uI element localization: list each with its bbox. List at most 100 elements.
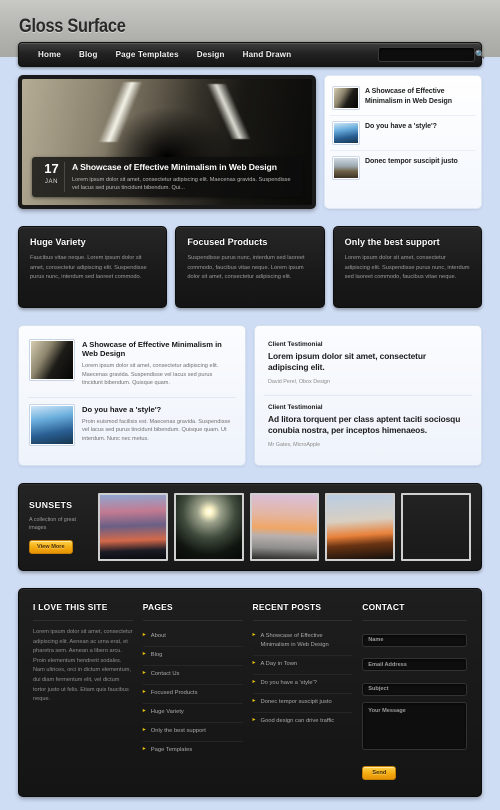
contact-message-field[interactable] [362, 701, 467, 750]
gallery-thumbnails [98, 493, 471, 561]
nav-item-design[interactable]: Design [188, 46, 234, 63]
feature-box-title: Only the best support [344, 237, 440, 247]
footer-link-page-templates[interactable]: Page Templates [143, 742, 243, 760]
footer-column-pages: PAGES About Blog Contact Us Focused Prod… [142, 602, 243, 780]
featured-post-list: A Showcase of Effective Minimalism in We… [324, 75, 482, 209]
slider-title[interactable]: A Showcase of Effective Minimalism in We… [72, 162, 295, 173]
search-box: 🔍 [378, 47, 485, 62]
slider-date-month: JAN [44, 179, 59, 185]
gallery-title: SUNSETS [29, 500, 73, 510]
footer-link-contact-us[interactable]: Contact Us [142, 666, 243, 685]
footer-link-about[interactable]: About [142, 628, 243, 647]
testimonial-label: Client Testimonial [268, 341, 323, 348]
list-item[interactable]: Do you have a 'style'? [330, 116, 476, 151]
feature-box-focused-products[interactable]: Focused Products Suspendisse purus nunc,… [175, 226, 325, 308]
nav-item-page-templates[interactable]: Page Templates [107, 46, 188, 63]
list-item: Client Testimonial Lorem ipsum dolor sit… [264, 333, 472, 396]
footer-column-recent-posts: RECENT POSTS A Showcase of Effective Min… [252, 602, 353, 780]
contact-email-field[interactable] [362, 658, 467, 671]
testimonial-author: David Perel, Obox Design [268, 379, 331, 385]
testimonial-author: Mr Gates, MicroApple [268, 442, 321, 448]
post-thumbnail-icon [332, 121, 360, 145]
footer-link-huge-variety[interactable]: Huge Variety [142, 704, 243, 723]
gallery-section: SUNSETS A collection of great images Vie… [18, 483, 482, 571]
slider-date-badge: 17 JAN [39, 162, 65, 192]
post-excerpt: Lorem ipsum dolor sit amet, consectetur … [82, 363, 219, 387]
post-title[interactable]: Do you have a 'style'? [82, 405, 234, 414]
testimonial-label: Client Testimonial [268, 404, 323, 411]
contact-name-field[interactable] [362, 633, 467, 647]
slider-caption: 17 JAN A Showcase of Effective Minimalis… [32, 157, 302, 197]
site-title: Gloss Surface [19, 16, 126, 37]
contact-subject-field[interactable] [362, 682, 467, 696]
main-navigation: Home Blog Page Templates Design Hand Dra… [18, 42, 485, 67]
footer-link-focused-products[interactable]: Focused Products [142, 685, 243, 704]
list-item[interactable]: Donec tempor suscipit justo [330, 151, 476, 185]
footer-title-contact: CONTACT [362, 602, 467, 621]
testimonials-panel: Client Testimonial Lorem ipsum dolor sit… [254, 325, 482, 466]
feature-box-title: Focused Products [187, 237, 268, 247]
featured-item-title[interactable]: A Showcase of Effective Minimalism in We… [365, 87, 473, 106]
footer-title-recent: RECENT POSTS [252, 602, 353, 621]
footer-column-contact: CONTACT Send [362, 602, 467, 780]
feature-box-text: Lorem ipsum dolor sit amet, consectetur … [344, 255, 470, 280]
featured-item-title[interactable]: Do you have a 'style'? [365, 122, 437, 132]
post-body: Do you have a 'style'? Proin euismod fac… [82, 405, 234, 445]
list-item[interactable]: A Showcase of Effective Minimalism in We… [28, 333, 236, 398]
footer-recent-post[interactable]: A Showcase of Effective Minimalism in We… [252, 628, 353, 656]
content-row: A Showcase of Effective Minimalism in We… [18, 325, 482, 466]
slider-excerpt: Lorem ipsum dolor sit amet, consectetur … [72, 177, 291, 191]
search-input[interactable] [379, 51, 475, 58]
list-item: Client Testimonial Ad litora torquent pe… [264, 396, 472, 458]
slider-caption-body: A Showcase of Effective Minimalism in We… [72, 162, 295, 192]
footer-link-best-support[interactable]: Only the best support [142, 723, 243, 742]
gallery-image[interactable] [98, 493, 168, 561]
footer-link-blog[interactable]: Blog [142, 647, 243, 666]
nav-item-home[interactable]: Home [29, 46, 70, 63]
footer-recent-post[interactable]: Good design can drive traffic [253, 713, 353, 731]
site-header: Gloss Surface Home Blog Page Templates D… [0, 0, 500, 67]
site-footer: I LOVE THIS SITE Lorem ipsum dolor sit a… [18, 588, 482, 797]
feature-box-huge-variety[interactable]: Huge Variety Faucibus vitae neque. Lorem… [18, 226, 168, 308]
nav-item-blog[interactable]: Blog [70, 46, 107, 63]
recent-posts-panel: A Showcase of Effective Minimalism in We… [18, 325, 246, 466]
featured-item-title[interactable]: Donec tempor suscipit justo [365, 157, 458, 167]
search-icon[interactable]: 🔍 [475, 50, 485, 59]
list-item[interactable]: Do you have a 'style'? Proin euismod fac… [28, 398, 236, 454]
footer-column-about: I LOVE THIS SITE Lorem ipsum dolor sit a… [33, 602, 133, 780]
gallery-image[interactable] [249, 493, 320, 561]
post-title[interactable]: A Showcase of Effective Minimalism in We… [82, 340, 234, 358]
footer-recent-post[interactable]: A Day in Town [252, 656, 353, 675]
feature-box-text: Suspendisse purus nunc, interdum sed lao… [187, 255, 305, 280]
footer-recent-post[interactable]: Donec tempor suscipit justo [252, 694, 353, 713]
featured-slider[interactable]: 17 JAN A Showcase of Effective Minimalis… [18, 75, 316, 209]
gallery-image[interactable] [401, 493, 471, 561]
testimonial-quote: Ad litora torquent per class aptent taci… [268, 414, 461, 435]
list-item[interactable]: A Showcase of Effective Minimalism in We… [330, 81, 476, 116]
gallery-subtitle: A collection of great images [29, 517, 77, 531]
post-thumbnail-icon [29, 339, 75, 381]
featured-row: 17 JAN A Showcase of Effective Minimalis… [18, 75, 482, 209]
send-button[interactable]: Send [362, 765, 397, 780]
slider-image-tunnel: 17 JAN A Showcase of Effective Minimalis… [22, 79, 312, 205]
feature-box-title: Huge Variety [30, 237, 86, 247]
post-thumbnail-icon [332, 156, 360, 180]
post-thumbnail-icon [332, 86, 360, 110]
footer-about-text: Lorem ipsum dolor sit amet, consectetur … [33, 629, 133, 703]
testimonial-quote: Lorem ipsum dolor sit amet, consectetur … [268, 351, 427, 372]
view-more-button[interactable]: View More [29, 540, 73, 554]
footer-title-about: I LOVE THIS SITE [33, 602, 133, 621]
feature-box-text: Faucibus vitae neque. Lorem ipsum dolor … [30, 255, 147, 280]
slider-date-day: 17 [44, 161, 59, 176]
footer-title-pages: PAGES [142, 602, 243, 621]
post-thumbnail-icon [29, 403, 75, 446]
post-body: A Showcase of Effective Minimalism in We… [82, 340, 234, 388]
footer-recent-post[interactable]: Do you have a 'style'? [252, 675, 353, 694]
nav-item-list: Home Blog Page Templates Design Hand Dra… [19, 46, 300, 63]
feature-box-best-support[interactable]: Only the best support Lorem ipsum dolor … [332, 226, 482, 308]
gallery-info: SUNSETS A collection of great images Vie… [29, 500, 91, 554]
gallery-image[interactable] [173, 493, 244, 561]
feature-boxes: Huge Variety Faucibus vitae neque. Lorem… [18, 226, 482, 308]
nav-item-hand-drawn[interactable]: Hand Drawn [234, 46, 301, 63]
gallery-image[interactable] [325, 493, 396, 561]
